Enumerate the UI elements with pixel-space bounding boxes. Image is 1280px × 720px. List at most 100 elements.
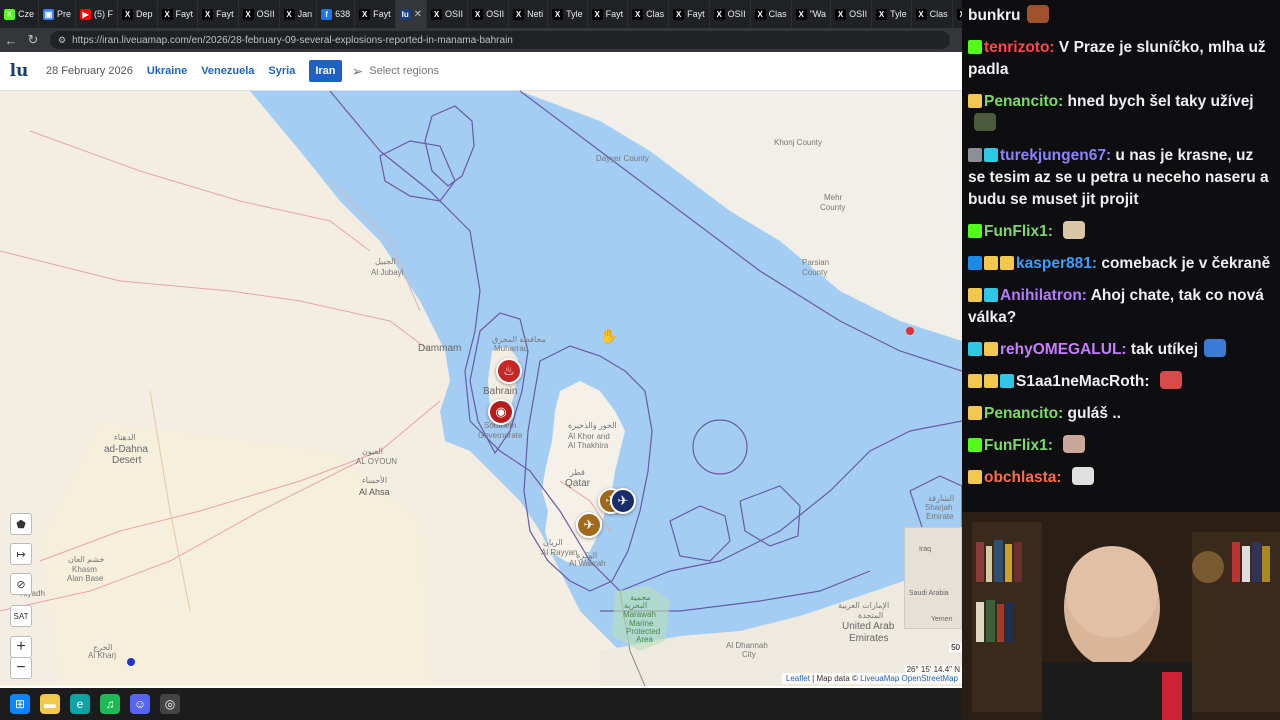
chat-badge-icon [984, 288, 998, 302]
chat-message: kasper881: comeback je v čekraně [968, 248, 1274, 280]
chat-username[interactable]: Penancito: [984, 405, 1063, 422]
url-input[interactable]: ⚙ https://iran.liveuamap.com/en/2026/28-… [50, 31, 950, 49]
browser-tab[interactable]: X Neti [509, 0, 549, 28]
chat-message: FunFlix1: [968, 216, 1274, 248]
browser-tab[interactable]: ▶ (5) F [76, 0, 119, 28]
osm-link[interactable]: OpenStreetMap [902, 674, 958, 683]
browser-tab[interactable]: X OSII [427, 0, 469, 28]
airport-marker[interactable]: ✈ [576, 512, 602, 538]
explosion-marker[interactable]: ♨ [496, 358, 522, 384]
browser-tab[interactable]: X OSII [710, 0, 751, 28]
chat-message: FunFlix1: [968, 430, 1274, 462]
browser-tab[interactable]: X Tyle [872, 0, 912, 28]
chat-username[interactable]: FunFlix1: [984, 223, 1053, 240]
browser-tab[interactable]: X OSII [831, 0, 873, 28]
browser-tab[interactable]: ▣ Pre [39, 0, 77, 28]
browser-tab[interactable]: XClas [953, 0, 962, 28]
browser-tab[interactable]: XClas [628, 0, 670, 28]
tab-favicon-icon: X [591, 8, 603, 20]
draw-point-button[interactable]: ⬟ [10, 513, 32, 535]
map-label-qatar-ar: قطر [570, 468, 585, 477]
measure-button[interactable]: ↦ [10, 543, 32, 565]
browser-tab[interactable]: X Fayt [588, 0, 629, 28]
strike-marker[interactable]: ◉ [488, 399, 514, 425]
tab-favicon-icon: X [359, 8, 371, 20]
discord-icon[interactable]: ☺ [130, 694, 150, 714]
zoom-in-button[interactable]: + [10, 636, 32, 658]
current-date[interactable]: 28 February 2026 [46, 65, 133, 77]
browser-tab[interactable]: X Fayt [355, 0, 396, 28]
chat-username[interactable]: kasper881: [1016, 255, 1097, 272]
browser-tab[interactable]: X "Wa [792, 0, 832, 28]
browser-tab[interactable]: X OSII [239, 0, 280, 28]
chat-emote-icon [1071, 467, 1094, 485]
map-label-alan-base: Alan Base [67, 574, 104, 583]
tab-label: Fayt [175, 9, 194, 19]
chat-username[interactable]: obchlasta: [984, 469, 1062, 486]
chat-badge-icon [968, 406, 982, 420]
browser-tab[interactable]: f 638 [317, 0, 356, 28]
browser-tab[interactable]: X OSII [468, 0, 510, 28]
browser-tab[interactable]: XClas [751, 0, 792, 28]
nav-link-iran[interactable]: Iran [309, 60, 342, 82]
tab-label: Clas [929, 9, 948, 19]
leaflet-link[interactable]: Leaflet [786, 674, 810, 683]
browser-tab[interactable]: X Fayt [198, 0, 239, 28]
nav-link-syria[interactable]: Syria [268, 65, 295, 77]
chat-text: tak utíkej [1130, 341, 1199, 358]
browser-tab[interactable]: XClas [912, 0, 953, 28]
back-button[interactable]: ← [0, 28, 22, 52]
browser-tab[interactable]: X Fayt [669, 0, 710, 28]
browser-tab[interactable]: X Jan [280, 0, 318, 28]
minimap[interactable]: Iraq Saudi Arabia Yemen [904, 527, 962, 629]
map-canvas[interactable]: Dammam محافظة المحرق Muharraq Bahrain So… [0, 91, 962, 686]
browser-tab[interactable]: X Dep [118, 0, 158, 28]
obs-icon[interactable]: ◎ [160, 694, 180, 714]
file-explorer-icon[interactable]: ▬ [40, 694, 60, 714]
map-label-dammam: Dammam [418, 343, 462, 354]
tab-label: Fayt [373, 9, 391, 19]
browser-tab[interactable]: X Tyle [548, 0, 588, 28]
spotify-icon[interactable]: ♫ [100, 694, 120, 714]
tab-favicon-icon: f [321, 8, 333, 20]
tab-favicon-icon: X [472, 8, 484, 20]
map-label-bahrain: Bahrain [483, 386, 518, 397]
reload-button[interactable]: ↻ [22, 28, 44, 52]
map-label-al-rayyan: Al Rayyan [541, 548, 578, 557]
tab-favicon-icon: X [754, 8, 766, 20]
liveuamap-logo[interactable]: lu [0, 61, 38, 81]
chat-username[interactable]: FunFlix1: [984, 437, 1053, 454]
zoom-out-button[interactable]: − [10, 657, 32, 679]
chat-message: S1aa1neMacRoth: [968, 366, 1274, 398]
hide-layer-button[interactable]: ⊘ [10, 573, 32, 595]
chat-message: turekjungen67: u nas je krasne, uz se te… [968, 140, 1274, 216]
chat-username[interactable]: Penancito: [984, 93, 1063, 110]
chat-badge-icon [968, 342, 982, 356]
select-regions-button[interactable]: ➢ Select regions [352, 63, 439, 80]
chat-username[interactable]: S1aa1neMacRoth: [1016, 373, 1150, 390]
chat-username[interactable]: tenrizoto: [984, 39, 1055, 56]
site-info-icon[interactable]: ⚙ [58, 35, 66, 46]
browser-tab[interactable]: K Cze [0, 0, 40, 28]
chat-username[interactable]: rehyOMEGALUL: [1000, 341, 1127, 358]
tab-favicon-icon: X [632, 8, 644, 20]
tab-bar: K Cze ▣ Pre ▶ (5) F X Dep X Fayt X Fayt X OSII X Jan f 63… [0, 0, 962, 28]
liveuamap-link[interactable]: LiveuaMap [860, 674, 899, 683]
aircraft-marker[interactable]: ✈ [610, 488, 636, 514]
nav-link-ukraine[interactable]: Ukraine [147, 65, 187, 77]
satellite-toggle-button[interactable]: SAT [10, 605, 32, 627]
map-label-khasm-ar: خشم العان [68, 555, 105, 564]
map-label-qatar: Qatar [565, 478, 591, 489]
chat-username[interactable]: Anihilatron: [1000, 287, 1087, 304]
browser-tab[interactable]: X Fayt [158, 0, 199, 28]
windows-start-icon[interactable]: ⊞ [10, 694, 30, 714]
map-label-city: City [742, 650, 756, 659]
scale-bar: 50 [949, 643, 962, 652]
tab-favicon-icon: X [835, 8, 847, 20]
chat-username[interactable]: turekjungen67: [1000, 147, 1111, 164]
tab-close-icon[interactable]: ✕ [414, 9, 422, 20]
map-geometry [0, 91, 962, 686]
browser-tab[interactable]: lu ✕ [395, 0, 428, 28]
edge-icon[interactable]: e [70, 694, 90, 714]
nav-link-venezuela[interactable]: Venezuela [201, 65, 254, 77]
